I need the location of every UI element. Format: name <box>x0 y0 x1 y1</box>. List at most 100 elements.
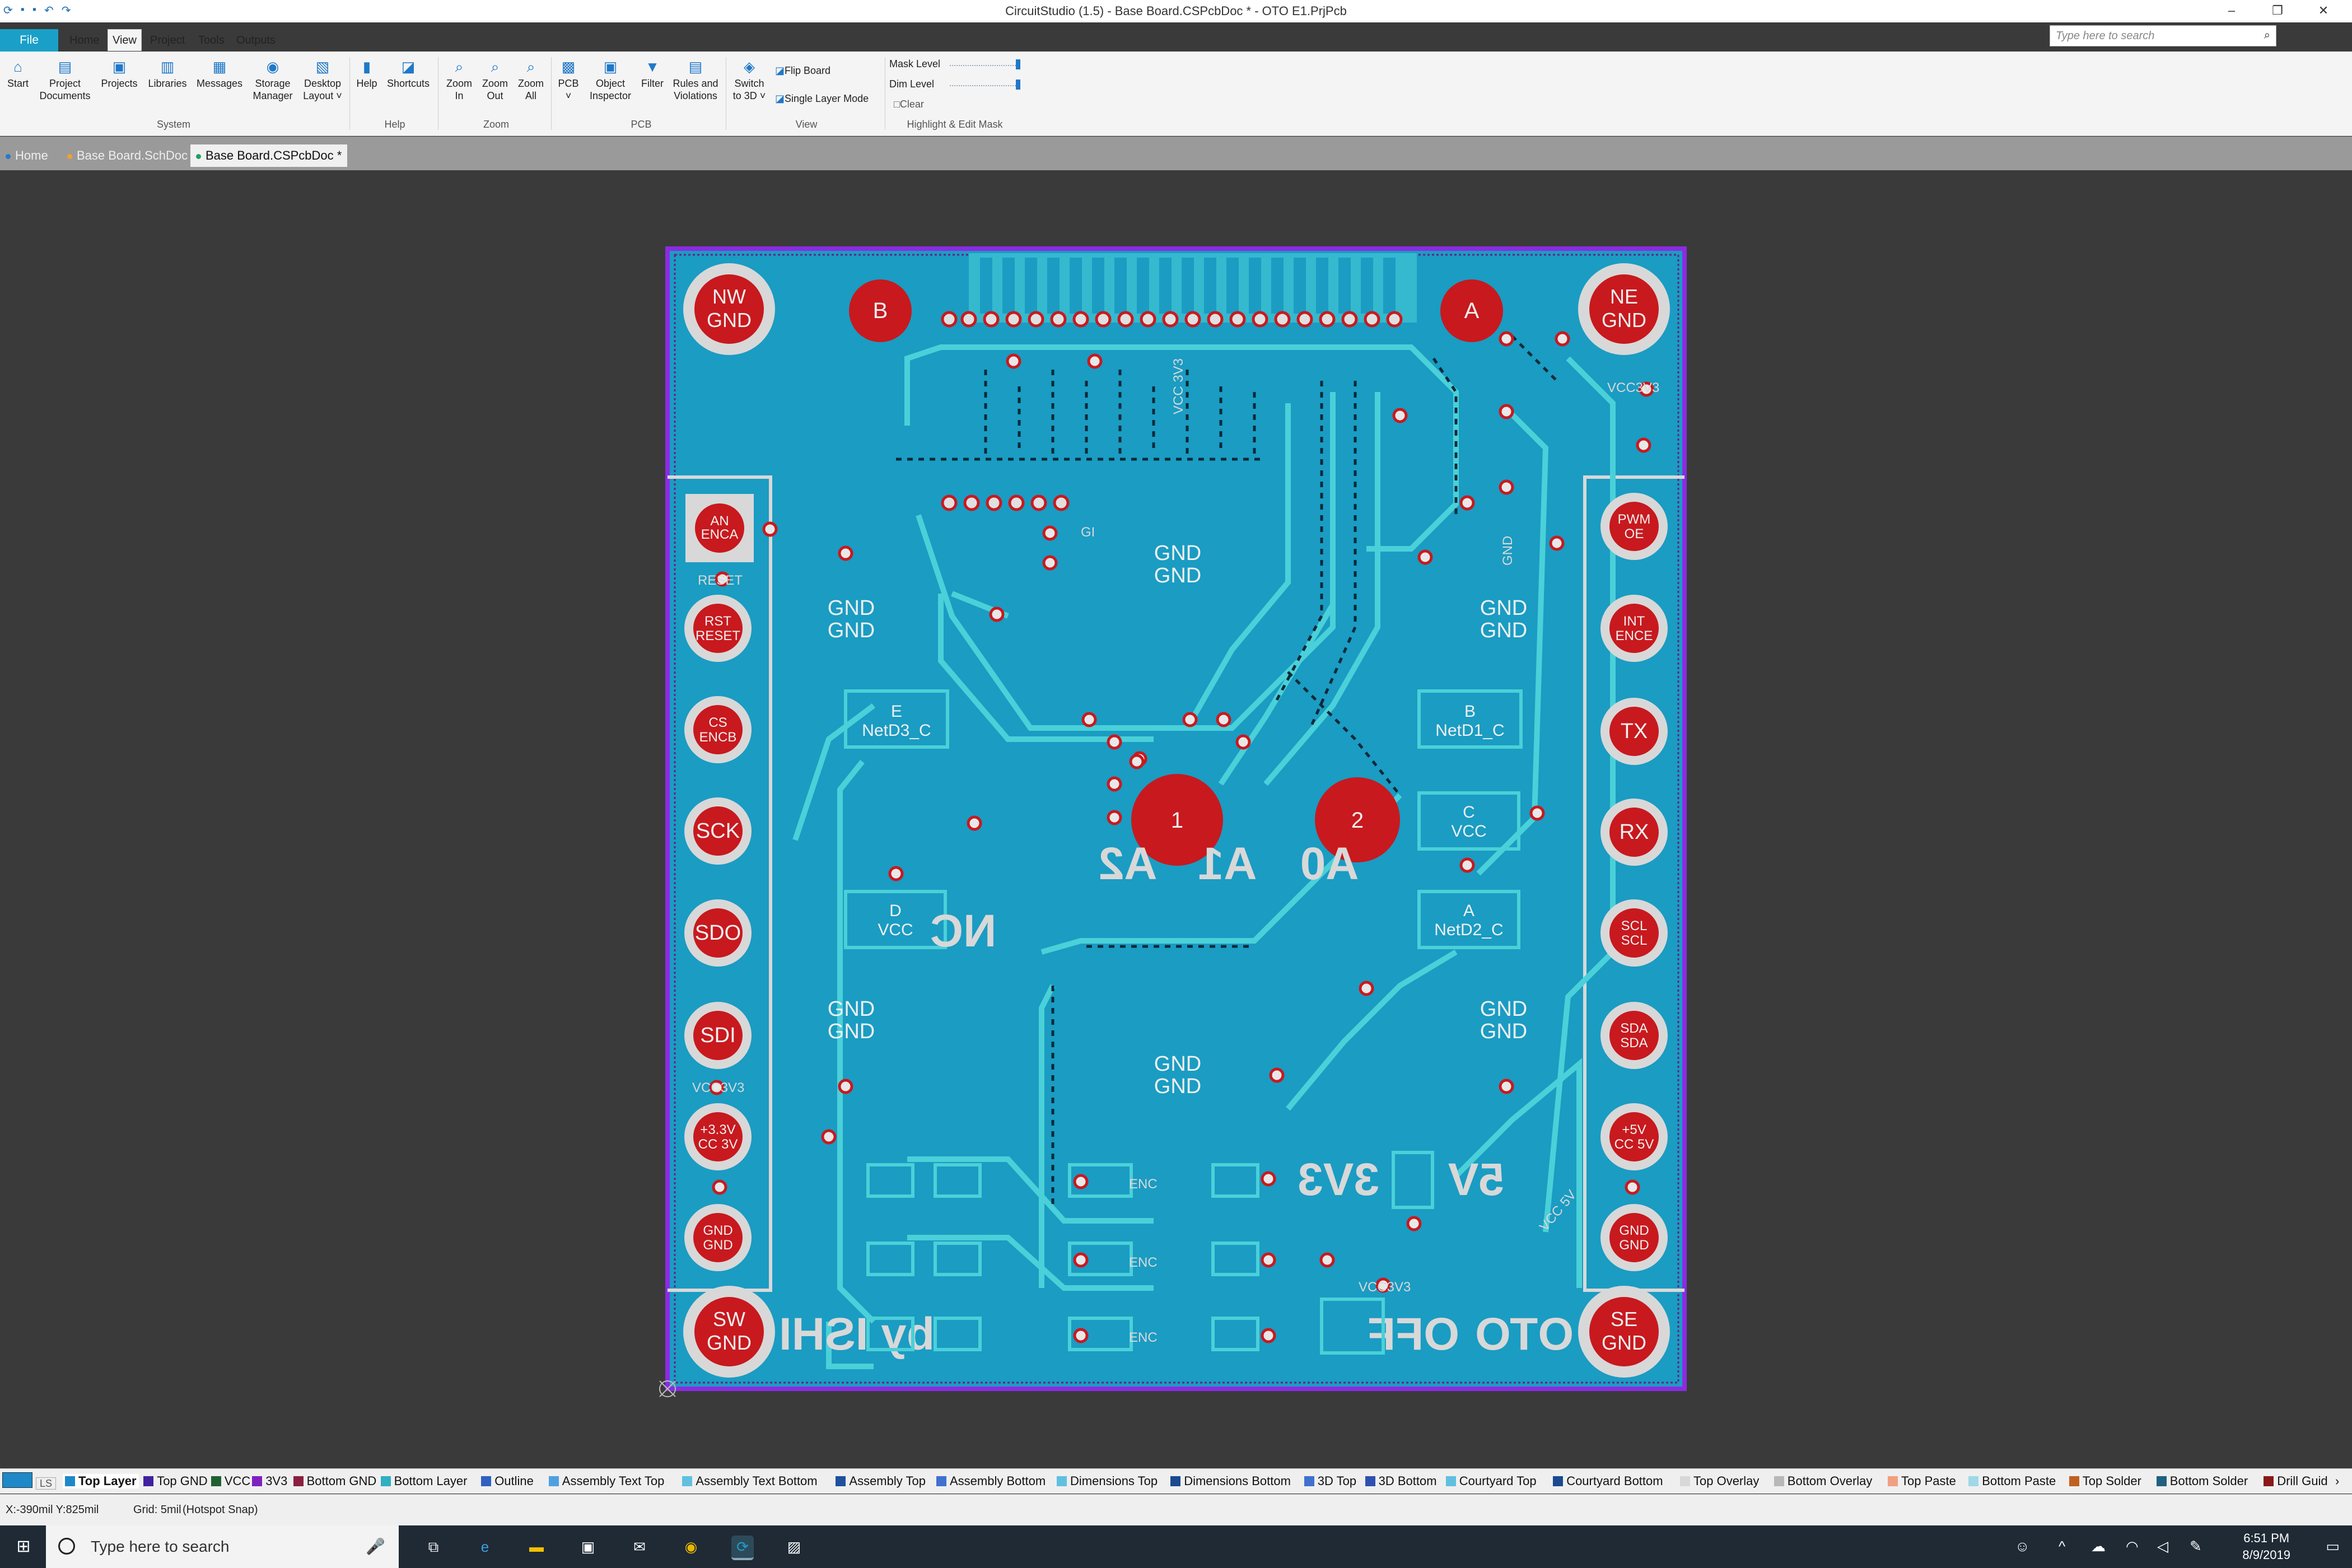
layer-tab[interactable]: Assembly Bottom <box>936 1474 1046 1488</box>
libraries-button[interactable]: ▥ Libraries <box>144 58 190 90</box>
layer-tab[interactable]: Dimensions Top <box>1057 1474 1158 1488</box>
layer-tab[interactable]: Bottom Paste <box>1968 1474 2056 1488</box>
file-menu[interactable]: File <box>0 29 58 52</box>
layer-tab[interactable]: Assembly Text Bottom <box>682 1474 818 1488</box>
single-layer-mode-button[interactable]: ◪Single Layer Mode <box>775 93 869 105</box>
gnd-label: GND <box>828 619 875 642</box>
filter-button[interactable]: ▼ Filter <box>638 58 666 90</box>
layer-tab[interactable]: Top GND <box>143 1474 208 1488</box>
zoom-out-button[interactable]: ⌕ Zoom Out <box>478 58 512 102</box>
menu-project[interactable]: Project <box>146 29 189 52</box>
status-bar: X:-390mil Y:825mil Grid: 5mil (Hotspot S… <box>0 1494 2352 1526</box>
mask-level-slider[interactable] <box>950 59 1020 69</box>
layer-tab[interactable]: Assembly Text Top <box>548 1474 664 1488</box>
right-pad-2-l1: INT <box>1623 614 1645 629</box>
global-search-input[interactable]: Type here to search ⌕ <box>2050 25 2276 46</box>
mask-level-knob[interactable] <box>1016 59 1020 69</box>
layer-tab[interactable]: Top Solder <box>2069 1474 2141 1488</box>
menu-outputs[interactable]: Outputs <box>232 29 280 52</box>
store-icon[interactable]: ▣ <box>577 1536 599 1558</box>
layer-scroll-right-button[interactable]: › <box>2335 1474 2339 1488</box>
rules-violations-button[interactable]: ▤ Rules and Violations <box>669 58 722 102</box>
zoom-in-button[interactable]: ⌕ Zoom In <box>442 58 476 102</box>
storage-manager-button[interactable]: ◉ Storage Manager <box>250 58 296 102</box>
close-button[interactable]: ✕ <box>2300 2 2346 19</box>
minimize-button[interactable]: – <box>2209 2 2255 19</box>
windows-taskbar: ⊞ Type here to search 🎤 ⧉ e ▬ ▣ ✉ ◉ ⟳ ▨ … <box>0 1525 2352 1568</box>
layer-color-swatch <box>1888 1476 1898 1486</box>
layer-tab[interactable]: Bottom Solder <box>2156 1474 2248 1488</box>
action-center-icon[interactable]: ▭ <box>2326 1538 2340 1555</box>
object-inspector-button[interactable]: ▣ Object Inspector <box>585 58 636 102</box>
dim-level-slider[interactable] <box>950 80 1020 90</box>
layer-tab-label: Outline <box>494 1474 534 1488</box>
file-explorer-icon[interactable]: ▬ <box>525 1536 548 1558</box>
mail-icon[interactable]: ✉ <box>628 1536 651 1558</box>
projects-button[interactable]: ▣ Projects <box>99 58 140 90</box>
layer-tab[interactable]: Bottom Layer <box>380 1474 467 1488</box>
circuitstudio-taskbar-icon[interactable]: ⟳ <box>731 1536 754 1560</box>
switch-to-3d-button[interactable]: ◈ Switch to 3D ˅ <box>729 58 769 102</box>
grid-size: Grid: 5mil <box>133 1504 181 1516</box>
layer-tab[interactable]: Top Layer <box>63 1474 139 1488</box>
restore-button[interactable]: ❐ <box>2255 2 2300 19</box>
windows-start-icon[interactable]: ⊞ <box>12 1536 35 1558</box>
project-documents-button[interactable]: ▤ Project Documents <box>36 58 94 102</box>
layer-tab[interactable]: 3V3 <box>252 1474 287 1488</box>
dim-level-knob[interactable] <box>1016 80 1020 90</box>
layer-tab[interactable]: Courtyard Top <box>1445 1474 1537 1488</box>
onedrive-icon[interactable]: ☁ <box>2091 1538 2106 1555</box>
zoom-out-icon: ⌕ <box>491 58 500 75</box>
menu-home[interactable]: Home <box>65 29 104 52</box>
layer-tab-label: Top GND <box>157 1474 208 1488</box>
messages-button[interactable]: ▦ Messages <box>194 58 245 90</box>
pen-icon[interactable]: ✎ <box>2190 1538 2202 1555</box>
start-button[interactable]: ⌂ Start <box>6 58 30 90</box>
layer-tab[interactable]: 3D Top <box>1304 1474 1356 1488</box>
pcb-board[interactable]: NW GND NE GND SW GND SE GND B A 1 2 AN E… <box>0 170 2352 1467</box>
volume-icon[interactable]: ◁ <box>2157 1538 2168 1555</box>
search-icon[interactable]: ⌕ <box>2264 29 2270 42</box>
clear-mask-button[interactable]: □Clear <box>894 99 924 110</box>
edge-icon[interactable]: e <box>474 1536 496 1558</box>
pcb-canvas[interactable]: NW GND NE GND SW GND SE GND B A 1 2 AN E… <box>0 170 2352 1467</box>
layer-color-swatch <box>836 1476 846 1486</box>
task-view-icon[interactable]: ⧉ <box>422 1536 445 1558</box>
cursor-coordinates: X:-390mil Y:825mil <box>6 1504 99 1516</box>
menu-tools[interactable]: Tools <box>194 29 229 52</box>
chrome-icon[interactable]: ◉ <box>680 1536 702 1558</box>
taskbar-clock[interactable]: 6:51 PM 8/9/2019 <box>2242 1530 2290 1564</box>
people-icon[interactable]: ☺ <box>2015 1538 2030 1555</box>
zoom-all-button[interactable]: ⌕ Zoom All <box>514 58 548 102</box>
layer-tab-label: Assembly Bottom <box>950 1474 1046 1488</box>
layer-tab[interactable]: Bottom GND <box>293 1474 376 1488</box>
layer-tab[interactable]: Top Paste <box>1888 1474 1956 1488</box>
layer-tab[interactable]: Dimensions Bottom <box>1170 1474 1291 1488</box>
layer-color-swatch <box>1680 1476 1690 1486</box>
tab-pcbdoc[interactable]: Base Board.CSPcbDoc * <box>190 144 348 167</box>
photos-icon[interactable]: ▨ <box>783 1536 805 1558</box>
layer-tab[interactable]: Bottom Overlay <box>1774 1474 1872 1488</box>
menu-view[interactable]: View <box>108 29 142 51</box>
shortcuts-button[interactable]: ◪ Shortcuts <box>383 58 433 90</box>
layer-tab[interactable]: 3D Bottom <box>1365 1474 1437 1488</box>
layer-tab[interactable]: Drill Guid <box>2264 1474 2328 1488</box>
desktop-layout-button[interactable]: ▧ Desktop Layout ˅ <box>300 58 345 102</box>
layer-tab[interactable]: VCC <box>211 1474 250 1488</box>
layer-tab[interactable]: Outline <box>481 1474 534 1488</box>
flip-board-button[interactable]: ◪Flip Board <box>775 65 830 77</box>
gnd-label: GND <box>1480 596 1527 620</box>
tray-overflow-icon[interactable]: ^ <box>2059 1538 2065 1555</box>
layer-tab[interactable]: Courtyard Bottom <box>1553 1474 1663 1488</box>
pcb-button[interactable]: ▩ PCB ˅ <box>554 58 582 102</box>
help-button[interactable]: ▮ Help <box>353 58 381 90</box>
network-icon[interactable]: ◠ <box>2126 1538 2139 1555</box>
tab-home[interactable]: Home <box>0 144 54 167</box>
layer-tab[interactable]: Top Overlay <box>1680 1474 1759 1488</box>
taskbar-search[interactable]: Type here to search 🎤 <box>46 1525 399 1568</box>
tab-schdoc[interactable]: Base Board.SchDoc <box>62 144 193 167</box>
layer-tab[interactable]: Assembly Top <box>836 1474 926 1488</box>
microphone-icon[interactable]: 🎤 <box>366 1525 385 1568</box>
layer-set-button[interactable]: LS <box>2 1472 57 1490</box>
right-pad-3-l1: TX <box>1621 720 1648 743</box>
